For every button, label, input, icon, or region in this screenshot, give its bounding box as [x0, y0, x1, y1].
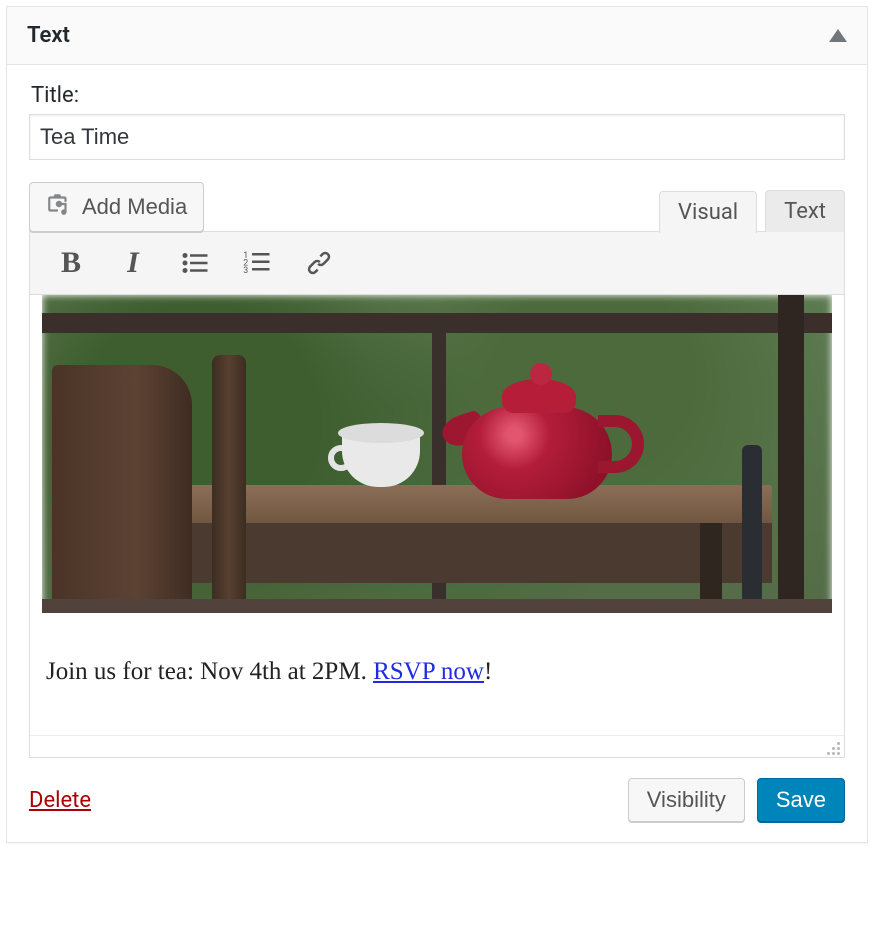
text-widget-panel: Text Title: Add Media Visual Text B I — [6, 6, 868, 843]
numbered-list-icon: 123 — [242, 248, 272, 278]
bullet-list-icon — [180, 248, 210, 278]
editor-toolbar: B I 123 — [30, 232, 844, 295]
add-media-button[interactable]: Add Media — [29, 182, 204, 232]
title-label: Title: — [31, 83, 845, 108]
footer-buttons: Visibility Save — [628, 778, 845, 822]
delete-link[interactable]: Delete — [29, 788, 91, 813]
title-input[interactable] — [29, 114, 845, 160]
visibility-button[interactable]: Visibility — [628, 778, 745, 822]
content-text-prefix: Join us for tea: Nov 4th at 2PM. — [46, 658, 373, 685]
numbered-list-button[interactable]: 123 — [240, 246, 274, 280]
italic-button[interactable]: I — [116, 246, 150, 280]
content-text-suffix: ! — [484, 658, 492, 685]
collapse-icon[interactable] — [829, 29, 847, 42]
widget-body: Title: Add Media Visual Text B I — [7, 65, 867, 842]
content-image[interactable] — [42, 295, 832, 613]
bold-button[interactable]: B — [54, 246, 88, 280]
save-button[interactable]: Save — [757, 778, 845, 822]
editor-content[interactable]: Join us for tea: Nov 4th at 2PM. RSVP no… — [30, 295, 844, 710]
content-paragraph[interactable]: Join us for tea: Nov 4th at 2PM. RSVP no… — [30, 638, 844, 710]
resize-grip-icon[interactable] — [824, 739, 840, 755]
add-media-label: Add Media — [82, 194, 187, 220]
tab-text[interactable]: Text — [765, 190, 845, 232]
editor-resize-bar[interactable] — [30, 735, 844, 757]
bullet-list-button[interactable] — [178, 246, 212, 280]
link-button[interactable] — [302, 246, 336, 280]
rsvp-link[interactable]: RSVP now — [373, 658, 484, 685]
editor-tabs: Visual Text — [659, 190, 845, 232]
link-icon — [304, 248, 334, 278]
widget-header-title: Text — [27, 23, 70, 48]
widget-footer: Delete Visibility Save — [29, 778, 845, 822]
rich-text-editor: B I 123 — [29, 231, 845, 758]
svg-text:3: 3 — [243, 266, 248, 276]
widget-header[interactable]: Text — [7, 7, 867, 65]
tab-visual[interactable]: Visual — [659, 191, 757, 233]
camera-music-icon — [46, 191, 72, 223]
editor-top-row: Add Media Visual Text — [29, 182, 845, 232]
